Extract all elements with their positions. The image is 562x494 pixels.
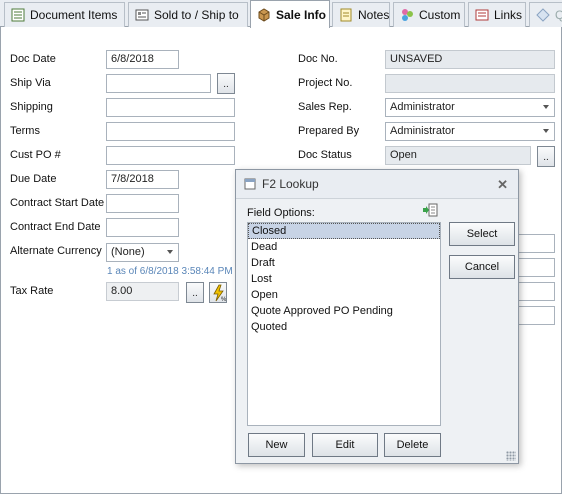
- tab-notes[interactable]: Notes: [332, 2, 390, 27]
- doc-date-label: Doc Date: [10, 53, 56, 65]
- contract-end-field[interactable]: [106, 218, 179, 237]
- edit-button[interactable]: Edit: [312, 433, 378, 457]
- svg-text:%: %: [221, 297, 226, 302]
- window-icon: [244, 178, 256, 190]
- dialog-title: F2 Lookup: [262, 177, 319, 191]
- doc-no-field: UNSAVED: [385, 50, 555, 69]
- list-item-dead[interactable]: Dead: [248, 239, 440, 255]
- shipping-field[interactable]: [106, 98, 235, 117]
- shipping-label: Shipping: [10, 101, 53, 113]
- tab-label: Links: [494, 8, 523, 22]
- tab-label: Sold to / Ship to: [154, 8, 239, 22]
- exchange-rate-hint: 1 as of 6/8/2018 3:58:44 PM: [107, 266, 233, 277]
- tab-links[interactable]: Links: [468, 2, 526, 27]
- contract-start-label: Contract Start Date: [10, 197, 105, 209]
- ship-via-label: Ship Via: [10, 77, 51, 89]
- links-icon: [475, 9, 489, 21]
- delete-button-label: Delete: [396, 439, 429, 451]
- project-no-field[interactable]: [385, 74, 555, 93]
- edit-button-label: Edit: [335, 439, 355, 451]
- select-button-label: Select: [466, 228, 498, 240]
- hidden-field-3[interactable]: [515, 282, 555, 301]
- contract-end-label: Contract End Date: [10, 221, 101, 233]
- tax-rate-field[interactable]: 8.00: [106, 282, 179, 301]
- tab-custom[interactable]: Custom: [393, 2, 465, 27]
- ship-via-lookup-button[interactable]: ..: [217, 73, 235, 94]
- hidden-field-1[interactable]: [515, 234, 555, 253]
- list-item-open[interactable]: Open: [248, 287, 440, 303]
- cancel-button-label: Cancel: [464, 261, 500, 273]
- custom-icon: [402, 9, 413, 21]
- due-date-label: Due Date: [10, 173, 57, 185]
- box-icon: [258, 7, 270, 22]
- new-button-label: New: [265, 439, 288, 451]
- ship-via-field[interactable]: [106, 74, 211, 93]
- prepared-by-select[interactable]: Administrator: [385, 122, 555, 141]
- tax-calc-button[interactable]: %: [209, 282, 227, 303]
- prepared-by-label: Prepared By: [298, 125, 360, 137]
- prepared-by-value: Administrator: [390, 125, 455, 137]
- list-item-lost[interactable]: Lost: [248, 271, 440, 287]
- field-options-list[interactable]: Closed Dead Draft Lost Open Quote Approv…: [247, 222, 441, 426]
- contract-start-field[interactable]: [106, 194, 179, 213]
- sales-rep-label: Sales Rep.: [298, 101, 352, 113]
- address-card-icon: [135, 9, 149, 21]
- export-icon[interactable]: [422, 203, 438, 217]
- due-date-field[interactable]: 7/8/2018: [106, 170, 179, 189]
- sales-rep-value: Administrator: [390, 101, 455, 113]
- sales-rep-select[interactable]: Administrator: [385, 98, 555, 117]
- alt-currency-label: Alternate Currency: [10, 245, 102, 257]
- alt-currency-select[interactable]: (None): [106, 243, 179, 262]
- close-icon[interactable]: ✕: [497, 177, 508, 193]
- doc-status-field[interactable]: Open: [385, 146, 531, 165]
- tab-sale-info[interactable]: Sale Info: [250, 0, 330, 28]
- doc-no-label: Doc No.: [298, 53, 338, 65]
- resize-grip[interactable]: [506, 451, 516, 461]
- new-button[interactable]: New: [248, 433, 305, 457]
- diamond-icon: [536, 8, 550, 22]
- list-item-quoted[interactable]: Quoted: [248, 319, 440, 335]
- field-options-label: Field Options:: [247, 207, 315, 219]
- cancel-button[interactable]: Cancel: [449, 255, 515, 279]
- tab-bar: Document Items Sold to / Ship to Sale In…: [0, 0, 562, 28]
- f2-lookup-dialog: F2 Lookup ✕ Field Options: Closed Dead D…: [235, 169, 519, 464]
- select-button[interactable]: Select: [449, 222, 515, 246]
- tab-label: Q: [555, 8, 562, 22]
- tax-rate-label: Tax Rate: [10, 285, 54, 297]
- chevron-down-icon: [543, 105, 549, 109]
- list-item-quote-approved-po-pending[interactable]: Quote Approved PO Pending: [248, 303, 440, 319]
- cust-po-field[interactable]: [106, 146, 235, 165]
- delete-button[interactable]: Delete: [384, 433, 441, 457]
- tax-rate-lookup-button[interactable]: ..: [186, 282, 204, 303]
- doc-status-label: Doc Status: [298, 149, 352, 161]
- notes-icon: [340, 8, 352, 22]
- terms-field[interactable]: [106, 122, 235, 141]
- list-item-closed[interactable]: Closed: [248, 223, 440, 239]
- document-items-icon: [11, 8, 25, 22]
- tab-label: Sale Info: [276, 7, 327, 22]
- terms-label: Terms: [10, 125, 40, 137]
- tab-label: Document Items: [30, 8, 118, 22]
- chevron-down-icon: [543, 129, 549, 133]
- hidden-field-4[interactable]: [515, 306, 555, 325]
- dialog-title-bar[interactable]: F2 Lookup ✕: [236, 170, 518, 199]
- hidden-field-2[interactable]: [515, 258, 555, 277]
- tab-label: Custom: [419, 8, 461, 22]
- tab-quote[interactable]: Q: [529, 2, 562, 27]
- doc-date-field[interactable]: 6/8/2018: [106, 50, 179, 69]
- project-no-label: Project No.: [298, 77, 353, 89]
- cust-po-label: Cust PO #: [10, 149, 61, 161]
- chevron-down-icon: [167, 250, 173, 254]
- list-item-draft[interactable]: Draft: [248, 255, 440, 271]
- tab-document-items[interactable]: Document Items: [4, 2, 125, 27]
- tab-label: Notes: [358, 8, 390, 22]
- doc-status-lookup-button[interactable]: ..: [537, 146, 555, 167]
- lightning-icon: %: [213, 284, 227, 303]
- alt-currency-value: (None): [111, 246, 145, 258]
- tab-sold-to-ship-to[interactable]: Sold to / Ship to: [128, 2, 248, 27]
